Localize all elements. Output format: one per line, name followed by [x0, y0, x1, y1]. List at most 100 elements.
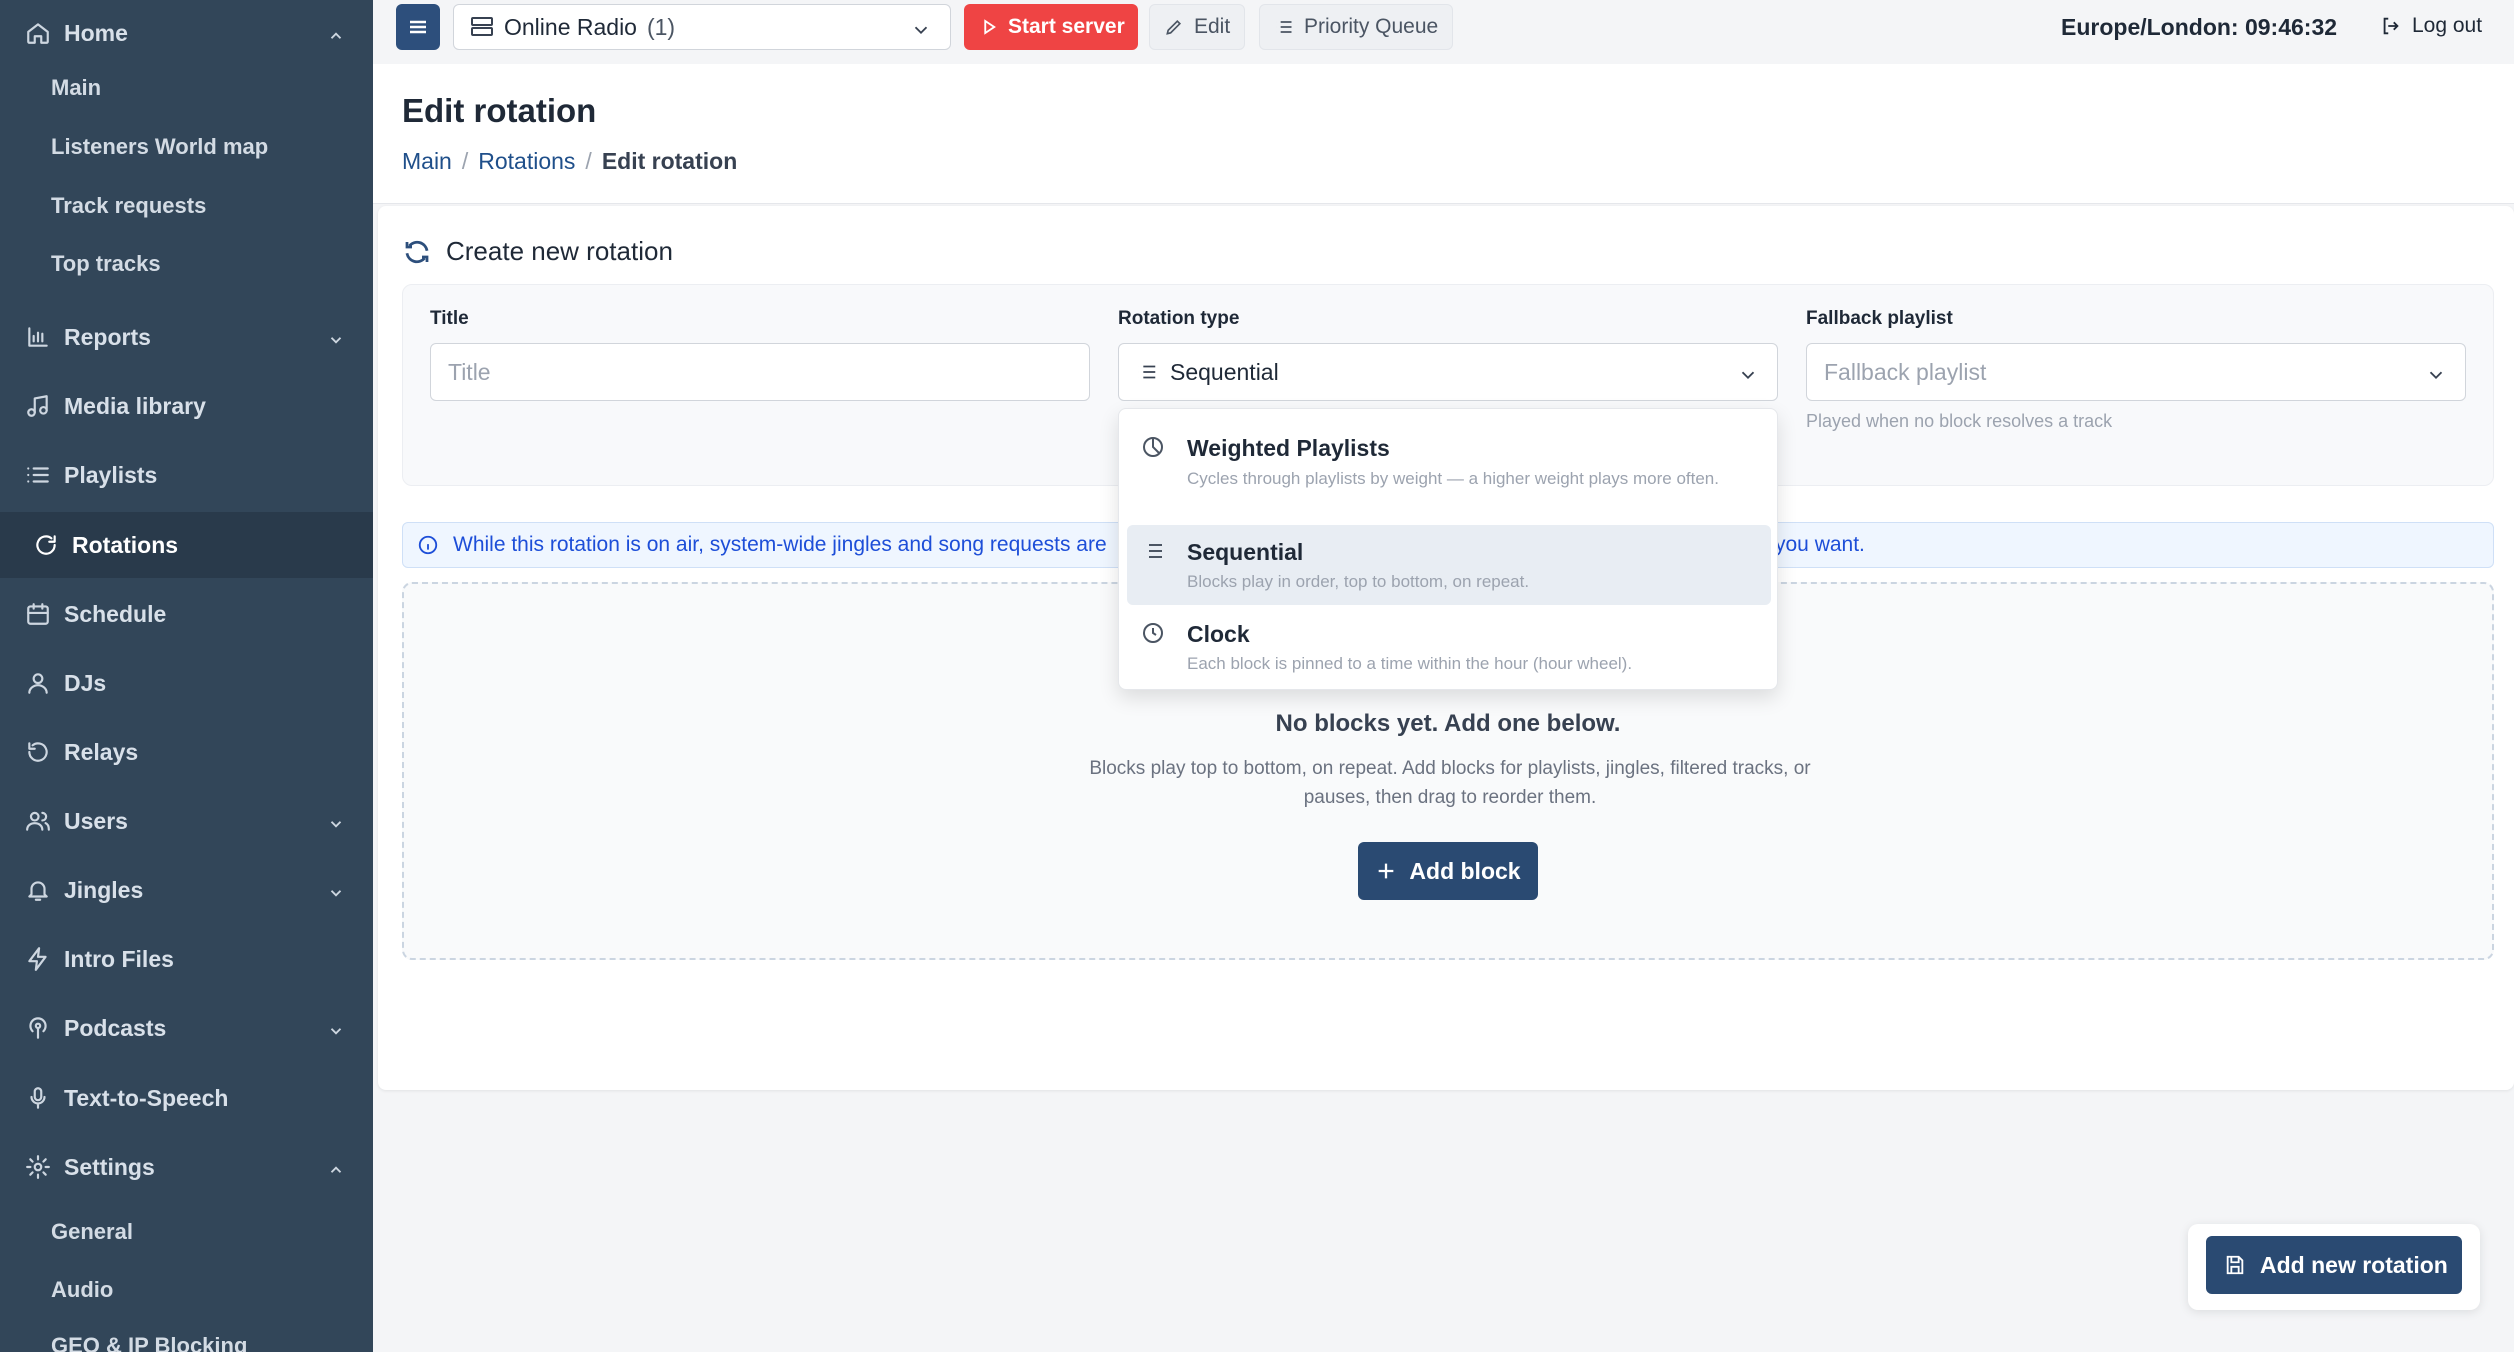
- edit-label: Edit: [1194, 15, 1231, 38]
- rotation-type-value: Sequential: [1170, 358, 1279, 385]
- pie-chart-icon: [1141, 435, 1165, 459]
- sidebar: Home Main Listeners World map Track requ…: [0, 0, 373, 1352]
- menu-toggle-button[interactable]: [396, 4, 440, 50]
- home-icon: [24, 19, 52, 47]
- sidebar-item-jingles[interactable]: Jingles: [0, 857, 373, 923]
- sidebar-item-listeners-world-map[interactable]: Listeners World map: [51, 134, 268, 160]
- calendar-icon: [24, 600, 52, 628]
- sidebar-item-label: Podcasts: [64, 1014, 167, 1041]
- server-icon: [471, 17, 493, 36]
- gear-icon: [24, 1153, 52, 1181]
- sidebar-item-top-tracks[interactable]: Top tracks: [51, 251, 161, 277]
- sidebar-item-label: DJs: [64, 669, 107, 696]
- option-description: Blocks play in order, top to bottom, on …: [1187, 572, 1530, 591]
- list-icon: [24, 461, 52, 489]
- edit-button[interactable]: Edit: [1149, 4, 1246, 50]
- sidebar-item-djs[interactable]: DJs: [0, 650, 373, 716]
- sidebar-item-relays[interactable]: Relays: [0, 719, 373, 785]
- rotate-icon: [32, 531, 60, 559]
- option-title: Weighted Playlists: [1187, 435, 1390, 461]
- play-icon: [984, 19, 996, 35]
- priority-queue-label: Priority Queue: [1304, 15, 1439, 38]
- sidebar-item-label: Media library: [64, 392, 206, 419]
- relay-icon: [24, 738, 52, 766]
- sidebar-item-settings[interactable]: Settings: [0, 1134, 373, 1200]
- option-clock[interactable]: Clock Each block is pinned to a time wit…: [1127, 609, 1771, 685]
- title-input[interactable]: Title: [430, 343, 1090, 401]
- clock-icon: [1141, 621, 1165, 645]
- fallback-playlist-label: Fallback playlist: [1806, 308, 1953, 329]
- page-header: [373, 64, 2514, 204]
- sidebar-item-label: Rotations: [72, 531, 179, 558]
- fallback-playlist-select[interactable]: Fallback playlist: [1806, 343, 2466, 401]
- priority-queue-button[interactable]: Priority Queue: [1259, 4, 1454, 50]
- sidebar-item-reports[interactable]: Reports: [0, 304, 373, 370]
- option-title: Clock: [1187, 621, 1250, 647]
- add-new-rotation-button[interactable]: Add new rotation: [2206, 1236, 2462, 1294]
- chevron-down-icon: [910, 19, 932, 47]
- chevron-down-icon: [327, 881, 345, 899]
- bell-icon: [24, 876, 52, 904]
- refresh-icon: [405, 240, 429, 263]
- user-icon: [24, 669, 52, 697]
- add-new-rotation-label: Add new rotation: [2260, 1251, 2448, 1278]
- rotation-type-label: Rotation type: [1118, 308, 1240, 329]
- page-title: Edit rotation: [402, 92, 597, 129]
- sidebar-item-label: Home: [64, 19, 128, 46]
- sidebar-item-users[interactable]: Users: [0, 788, 373, 854]
- info-banner-text-end: you want.: [1775, 533, 1865, 556]
- add-block-button[interactable]: Add block: [1358, 842, 1538, 900]
- sidebar-item-podcasts[interactable]: Podcasts: [0, 995, 373, 1061]
- card-title: Create new rotation: [402, 236, 673, 267]
- info-banner-text: While this rotation is on air, system-wi…: [453, 533, 1107, 556]
- sidebar-item-home[interactable]: Home: [0, 0, 373, 66]
- chevron-down-icon: [2425, 364, 2447, 392]
- station-select[interactable]: Online Radio (1): [453, 4, 951, 50]
- card-title-text: Create new rotation: [446, 236, 673, 266]
- option-title: Sequential: [1187, 539, 1304, 565]
- sidebar-item-intro-files[interactable]: Intro Files: [0, 926, 373, 992]
- option-weighted-playlists[interactable]: Weighted Playlists Cycles through playli…: [1127, 417, 1771, 521]
- breadcrumb: Main / Rotations / Edit rotation: [402, 148, 737, 175]
- logout-label: Log out: [2412, 14, 2483, 37]
- option-description: Cycles through playlists by weight — a h…: [1187, 469, 1719, 488]
- breadcrumb-main[interactable]: Main: [402, 148, 452, 175]
- sidebar-item-geo-ip-blocking[interactable]: GEO & IP Blocking: [51, 1333, 247, 1352]
- sidebar-item-track-requests[interactable]: Track requests: [51, 193, 206, 219]
- sidebar-item-audio[interactable]: Audio: [51, 1277, 113, 1303]
- chevron-down-icon: [1737, 364, 1759, 392]
- option-sequential[interactable]: Sequential Blocks play in order, top to …: [1127, 525, 1771, 605]
- sidebar-item-label: Relays: [64, 738, 139, 765]
- breadcrumb-rotations[interactable]: Rotations: [478, 148, 575, 175]
- microphone-icon: [24, 1084, 52, 1112]
- sidebar-item-label: Schedule: [64, 600, 167, 627]
- start-server-button[interactable]: Start server: [964, 4, 1138, 50]
- breadcrumb-current: Edit rotation: [601, 148, 738, 174]
- title-label: Title: [430, 308, 469, 329]
- rotation-type-select[interactable]: Sequential: [1118, 343, 1778, 401]
- station-name: Online Radio: [504, 13, 637, 40]
- breadcrumb-separator: /: [461, 148, 469, 174]
- sidebar-item-label: Settings: [64, 1153, 155, 1180]
- list-icon: [1138, 365, 1156, 379]
- plus-icon: [1379, 863, 1394, 879]
- chevron-up-icon: [327, 1158, 345, 1176]
- sidebar-item-label: Intro Files: [64, 945, 174, 972]
- sidebar-item-playlists[interactable]: Playlists: [0, 442, 373, 508]
- sidebar-item-media-library[interactable]: Media library: [0, 373, 373, 439]
- sidebar-item-rotations[interactable]: Rotations: [0, 512, 373, 578]
- sidebar-item-label: Users: [64, 807, 128, 834]
- logout-link[interactable]: Log out: [2380, 14, 2482, 38]
- lightning-icon: [24, 945, 52, 973]
- sidebar-item-general[interactable]: General: [51, 1219, 133, 1245]
- sidebar-item-schedule[interactable]: Schedule: [0, 581, 373, 647]
- logout-icon: [2383, 17, 2399, 35]
- users-icon: [24, 807, 52, 835]
- sidebar-item-main[interactable]: Main: [51, 75, 101, 101]
- sidebar-item-text-to-speech[interactable]: Text-to-Speech: [0, 1065, 373, 1131]
- fallback-playlist-hint: Played when no block resolves a track: [1806, 411, 2113, 431]
- chevron-down-icon: [327, 328, 345, 346]
- podcast-icon: [24, 1014, 52, 1042]
- rotation-type-dropdown: Weighted Playlists Cycles through playli…: [1118, 408, 1778, 690]
- server-clock: Europe/London: 09:46:32: [2061, 14, 2338, 40]
